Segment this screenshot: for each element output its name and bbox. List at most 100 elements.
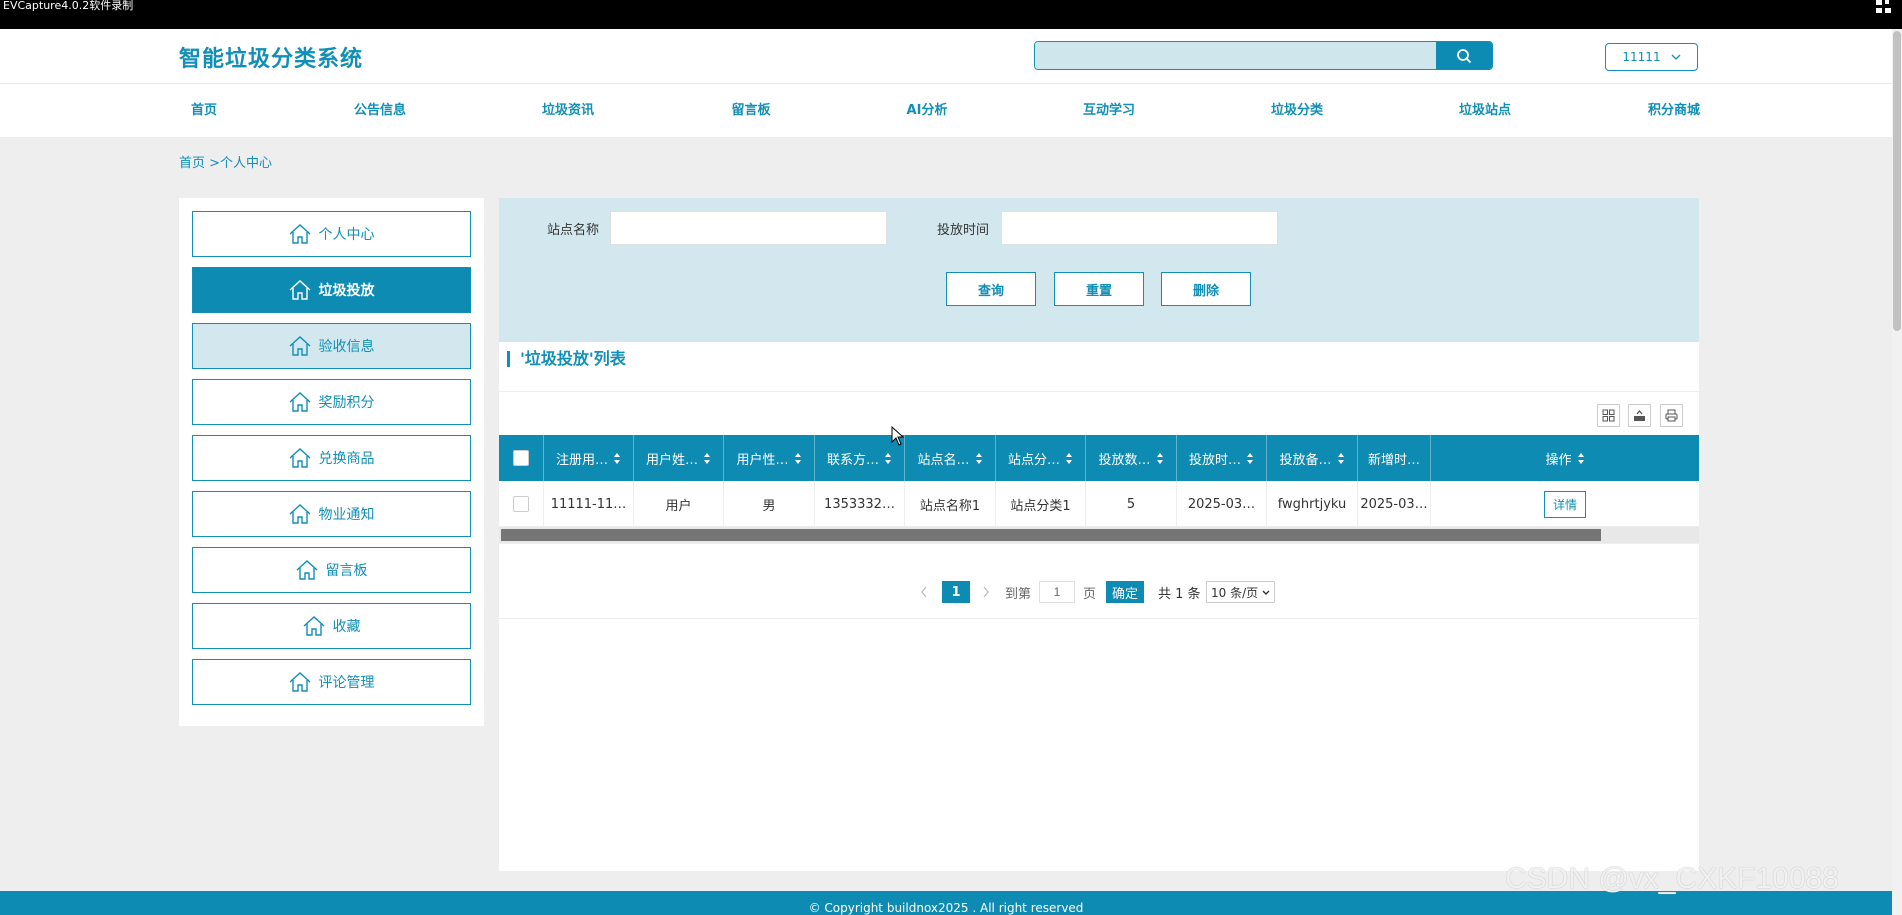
cell-disposal-quantity: 5 (1086, 481, 1177, 527)
col-label: 投放备… (1279, 452, 1332, 468)
site-brand[interactable]: 智能垃圾分类系统 (179, 41, 363, 73)
col-registered-user[interactable]: 注册用… (544, 435, 634, 481)
col-label: 注册用… (555, 452, 608, 468)
goto-confirm-button[interactable]: 确定 (1106, 581, 1145, 603)
filter-panel: 站点名称 投放时间 查询 重置 删除 (499, 198, 1699, 342)
col-label: 站点分… (1007, 452, 1060, 468)
home-icon (289, 392, 310, 412)
col-actions[interactable]: 操作 (1431, 435, 1699, 481)
select-all-checkbox[interactable] (513, 450, 529, 466)
export-icon[interactable] (1628, 404, 1651, 427)
delete-button[interactable]: 删除 (1161, 272, 1251, 306)
nav-garbage-news[interactable]: 垃圾资讯 (542, 84, 594, 138)
print-icon[interactable] (1660, 404, 1683, 427)
col-label: 投放数… (1098, 452, 1151, 468)
sidebar-item-acceptance-info[interactable]: 验收信息 (192, 323, 471, 369)
nav-home[interactable]: 首页 (191, 84, 217, 138)
table-toolbar (499, 391, 1699, 435)
home-icon (289, 224, 310, 244)
nav-message-board[interactable]: 留言板 (731, 84, 770, 138)
col-label: 操作 (1545, 452, 1572, 468)
sidebar-item-garbage-disposal[interactable]: 垃圾投放 (192, 267, 471, 313)
col-user-gender[interactable]: 用户性… (724, 435, 815, 481)
cell-actions: 详情 (1431, 481, 1699, 527)
sort-icon (614, 452, 621, 464)
nav-garbage-classification[interactable]: 垃圾分类 (1271, 84, 1323, 138)
nav-garbage-stations[interactable]: 垃圾站点 (1459, 84, 1511, 138)
row-select-cell (499, 481, 544, 527)
sidebar-item-reward-points[interactable]: 奖励积分 (192, 379, 471, 425)
sidebar-item-property-notice[interactable]: 物业通知 (192, 491, 471, 537)
list-title: '垃圾投放'列表 (507, 351, 626, 367)
site-header: 智能垃圾分类系统 11111 (0, 29, 1892, 83)
col-label: 用户性… (736, 452, 789, 468)
col-label: 投放时… (1188, 452, 1241, 468)
total-count: 共 1 条 (1158, 586, 1201, 602)
nav-ai-analysis[interactable]: AI分析 (907, 84, 948, 138)
sort-icon (1066, 452, 1073, 464)
home-icon (303, 616, 324, 636)
page-unit-label: 页 (1083, 586, 1097, 602)
sidebar-item-favorites[interactable]: 收藏 (192, 603, 471, 649)
goto-page-input[interactable] (1039, 581, 1075, 603)
table-horizontal-scrollbar[interactable] (499, 527, 1699, 543)
cell-created-time: 2025-03… (1358, 481, 1431, 527)
nav-interactive-learning[interactable]: 互动学习 (1083, 84, 1135, 138)
sidebar-item-comment-management[interactable]: 评论管理 (192, 659, 471, 705)
cell-station-category: 站点分类1 (996, 481, 1086, 527)
goto-label: 到第 (1005, 586, 1032, 602)
query-button[interactable]: 查询 (946, 272, 1036, 306)
user-menu-button[interactable]: 11111 (1605, 43, 1698, 71)
col-created-time[interactable]: 新增时… (1358, 435, 1431, 481)
station-name-input[interactable] (610, 211, 887, 245)
station-name-label: 站点名称 (547, 223, 600, 238)
cell-station-name: 站点名称1 (905, 481, 996, 527)
sidebar-item-redeem-goods[interactable]: 兑换商品 (192, 435, 471, 481)
home-icon (289, 504, 310, 524)
row-checkbox[interactable] (513, 496, 529, 512)
disposal-time-label: 投放时间 (937, 223, 990, 238)
cell-disposal-time: 2025-03… (1177, 481, 1267, 527)
sort-icon (975, 452, 983, 464)
sidebar-item-label: 留言板 (325, 563, 368, 579)
scrollbar-thumb[interactable] (501, 529, 1601, 541)
scrollbar-thumb[interactable] (1893, 31, 1901, 331)
page-scrollbar[interactable] (1892, 29, 1902, 915)
cell-disposal-remarks: fwghrtjyku (1267, 481, 1358, 527)
sort-icon (704, 452, 711, 464)
disposal-time-input[interactable] (1001, 211, 1278, 245)
col-user-name[interactable]: 用户姓… (634, 435, 724, 481)
search-input[interactable] (1035, 42, 1436, 69)
breadcrumb[interactable]: 首页 >个人中心 (179, 152, 272, 171)
col-disposal-quantity[interactable]: 投放数… (1086, 435, 1177, 481)
chevron-down-icon (1262, 590, 1270, 595)
col-station-category[interactable]: 站点分… (996, 435, 1086, 481)
home-icon (296, 560, 317, 580)
col-disposal-remarks[interactable]: 投放备… (1267, 435, 1358, 481)
sidebar-item-personal-center[interactable]: 个人中心 (192, 211, 471, 257)
home-icon (289, 336, 310, 356)
table-row: 11111-11… 用户 男 1353332… 站点名称1 站点分类1 5 20… (499, 481, 1699, 527)
sort-icon (1577, 452, 1585, 464)
sort-icon (1337, 452, 1345, 464)
home-icon (289, 672, 310, 692)
columns-icon[interactable] (1597, 404, 1620, 427)
nav-announcements[interactable]: 公告信息 (354, 84, 406, 138)
main-nav: 首页 公告信息 垃圾资讯 留言板 AI分析 互动学习 垃圾分类 垃圾站点 积分商… (0, 83, 1892, 137)
prev-page-icon[interactable] (920, 581, 928, 603)
col-station-name[interactable]: 站点名… (905, 435, 996, 481)
reset-button[interactable]: 重置 (1054, 272, 1144, 306)
next-page-icon[interactable] (982, 581, 990, 603)
nav-points-mall[interactable]: 积分商城 (1648, 84, 1700, 138)
user-label: 11111 (1622, 50, 1661, 64)
page-number-current[interactable]: 1 (942, 581, 970, 603)
sidebar-item-message-board[interactable]: 留言板 (192, 547, 471, 593)
grid-icon[interactable] (1876, 0, 1894, 14)
search-button[interactable] (1436, 42, 1492, 69)
page-size-select[interactable]: 10 条/页 (1206, 581, 1276, 603)
watermark-text: CSDN @vx_CXKF10088 (1505, 862, 1839, 895)
sidebar-item-label: 验收信息 (318, 339, 375, 355)
col-disposal-time[interactable]: 投放时… (1177, 435, 1267, 481)
detail-button[interactable]: 详情 (1543, 490, 1586, 518)
pagination: 1 到第 页 确定 共 1 条 10 条/页 (499, 543, 1699, 619)
